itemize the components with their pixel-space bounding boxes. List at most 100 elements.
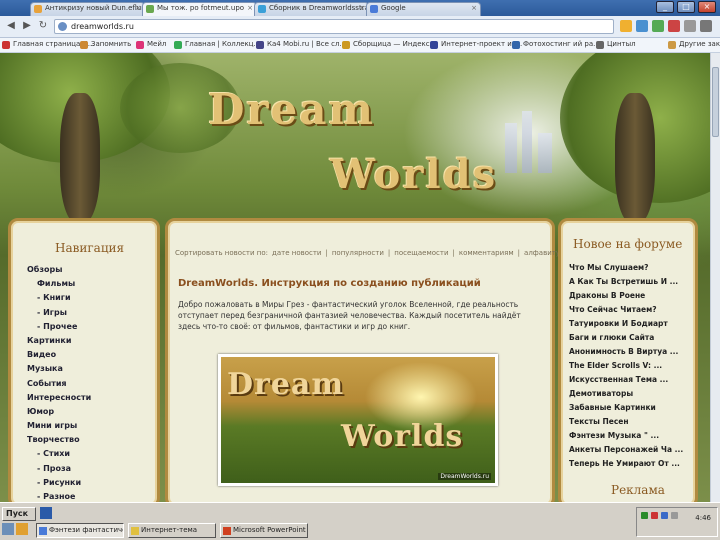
wrench-icon[interactable] (700, 20, 712, 32)
separator: | (387, 249, 391, 257)
forum-topic-link[interactable]: Что Мы Слушаем? (569, 263, 683, 277)
close-tab-icon[interactable]: × (247, 4, 253, 12)
bookmark-label: Сборщица — Индекс... (353, 40, 437, 48)
forum-topic-link[interactable]: Баги и глюки Сайта (569, 333, 683, 347)
forum-topic-link[interactable]: Что Сейчас Читаем? (569, 305, 683, 319)
sort-link[interactable]: дате новости (272, 249, 321, 257)
address-bar[interactable]: dreamworlds.ru (54, 19, 614, 34)
nav-link[interactable]: Мини игры (27, 421, 91, 435)
bookmark-item[interactable]: Сборщица — Индекс... (342, 40, 437, 49)
forum-topic-link[interactable]: Анкеты Персонажей Ча ... (569, 445, 683, 459)
nav-link[interactable]: Музыка (27, 364, 91, 378)
tray-icon[interactable] (671, 512, 678, 519)
forum-topic-link[interactable]: Драконы В Роене (569, 291, 683, 305)
bookmark-item[interactable]: Главная | Коллекц... (174, 40, 260, 49)
forum-title: Новое на форуме (573, 237, 683, 251)
forum-topic-link[interactable]: Искусственная Тема ... (569, 375, 683, 389)
nav-link[interactable]: - Прочее (27, 322, 91, 336)
bookmark-item[interactable]: Запомнить (80, 40, 131, 49)
bookmark-item[interactable]: Фотохостинг ий ра... (512, 40, 600, 49)
forum-topic-link[interactable]: Анонимность В Виртуа ... (569, 347, 683, 361)
reload-icon[interactable]: ↻ (36, 19, 50, 33)
forum-topic-link[interactable]: Демотиваторы (569, 389, 683, 403)
forum-topic-link[interactable]: Тексты Песен (569, 417, 683, 431)
browser-tab[interactable]: Сборник в Dreamworldsstrahin × (254, 2, 369, 16)
browser-tab[interactable]: Мы тож. ро fotmeut.upo × (142, 2, 257, 16)
window-controls: _ □ × (656, 1, 716, 13)
bookmark-item[interactable]: Ка4 Mobi.ru | Bce сл... (256, 40, 346, 49)
nav-link[interactable]: Творчество (27, 435, 91, 449)
nav-link[interactable]: Юмор (27, 407, 91, 421)
sort-link[interactable]: комментариям (459, 249, 514, 257)
castle-tower (505, 123, 517, 173)
forum-topic-link[interactable]: Теперь Не Умирают От ... (569, 459, 683, 473)
tab-label: Сборник в Dreamworldsstrahin (269, 4, 369, 12)
web-page: Dream Worlds Навигация Обзоры Фильмы - Кни… (0, 53, 710, 502)
nav-link[interactable]: Обзоры (27, 265, 91, 279)
nav-link[interactable]: Интересности (27, 393, 91, 407)
bookmark-item[interactable]: Мейл (136, 40, 166, 49)
close-tab-icon[interactable]: × (359, 4, 365, 12)
star-icon[interactable] (620, 20, 632, 32)
nav-link[interactable]: - Игры (27, 308, 91, 322)
extension-icon[interactable] (668, 20, 680, 32)
minimize-button[interactable]: _ (656, 1, 674, 13)
taskbar-window-button[interactable]: Интернет-тема (128, 523, 216, 538)
bookmark-item[interactable]: Интернет-проект из... (430, 40, 522, 49)
close-button[interactable]: × (698, 1, 716, 13)
nav-link[interactable]: Видео (27, 350, 91, 364)
nav-link[interactable]: - Книги (27, 293, 91, 307)
forum-topic-link[interactable]: Забавные Картинки (569, 403, 683, 417)
image-caption: DreamWorlds.ru (438, 473, 491, 480)
separator: | (517, 249, 521, 257)
clock[interactable]: 4:46 (695, 514, 711, 522)
sort-bar: Сортировать новости по: дате новости | попу… (175, 249, 564, 257)
maximize-button[interactable]: □ (677, 1, 695, 13)
article-title[interactable]: DreamWorlds. Инструкция по созданию публ… (178, 278, 481, 289)
ad-title: Реклама (611, 483, 665, 497)
bookmark-icon (342, 41, 350, 49)
taskbar-window-button[interactable]: Фэнтези фантастичес... (36, 523, 124, 538)
tray-icon[interactable] (651, 512, 658, 519)
nav-link[interactable]: Картинки (27, 336, 91, 350)
nav-link[interactable]: - Проза (27, 464, 91, 478)
taskbar-window-button[interactable]: Microsoft PowerPoint - [... (220, 523, 308, 538)
window-icon (39, 527, 47, 535)
quicklaunch-icon[interactable] (16, 523, 28, 535)
page-scrollbar[interactable] (710, 53, 720, 502)
sort-link[interactable]: посещаемости (394, 249, 448, 257)
browser-toolbar: ◀ ▶ ↻ dreamworlds.ru (0, 16, 720, 38)
bookmark-item[interactable]: Цинтыл (596, 40, 636, 49)
quicklaunch-icon[interactable] (40, 507, 52, 519)
close-tab-icon[interactable]: × (471, 4, 477, 12)
sort-link[interactable]: популярности (332, 249, 384, 257)
desktop-icon[interactable] (2, 523, 14, 535)
back-icon[interactable]: ◀ (4, 19, 18, 33)
forum-topic-link[interactable]: The Elder Scrolls V: ... (569, 361, 683, 375)
extension-icon[interactable] (652, 20, 664, 32)
forward-icon[interactable]: ▶ (20, 19, 34, 33)
bookmark-label: Фотохостинг ий ра... (523, 40, 600, 48)
scrollbar-thumb[interactable] (712, 67, 719, 137)
page-menu-icon[interactable] (684, 20, 696, 32)
start-button[interactable]: Пуск (2, 507, 36, 521)
nav-link[interactable]: - Разное (27, 492, 91, 502)
tray-icon[interactable] (661, 512, 668, 519)
system-tray: 4:46 (636, 507, 718, 537)
bookmark-item[interactable]: Другие закладки (668, 40, 720, 49)
sort-link[interactable]: алфавиту (524, 249, 560, 257)
site-logo-line1[interactable]: Dream (208, 85, 375, 134)
extension-icon[interactable] (636, 20, 648, 32)
close-tab-icon[interactable]: × (135, 4, 141, 12)
forum-topic-link[interactable]: Татуировки И Бодиарт (569, 319, 683, 333)
forum-topic-link[interactable]: Фэнтези Музыка " ... (569, 431, 683, 445)
nav-link[interactable]: События (27, 379, 91, 393)
nav-link[interactable]: - Стихи (27, 449, 91, 463)
nav-link[interactable]: - Рисунки (27, 478, 91, 492)
site-logo-line2[interactable]: Worlds (330, 151, 497, 198)
browser-tab[interactable]: Антикризу новый Dun.eflum × (30, 2, 145, 16)
tray-icon[interactable] (641, 512, 648, 519)
browser-tab[interactable]: Google × (366, 2, 481, 16)
nav-link[interactable]: Фильмы (27, 279, 91, 293)
forum-topic-link[interactable]: А Как Ты Встретишь И ... (569, 277, 683, 291)
